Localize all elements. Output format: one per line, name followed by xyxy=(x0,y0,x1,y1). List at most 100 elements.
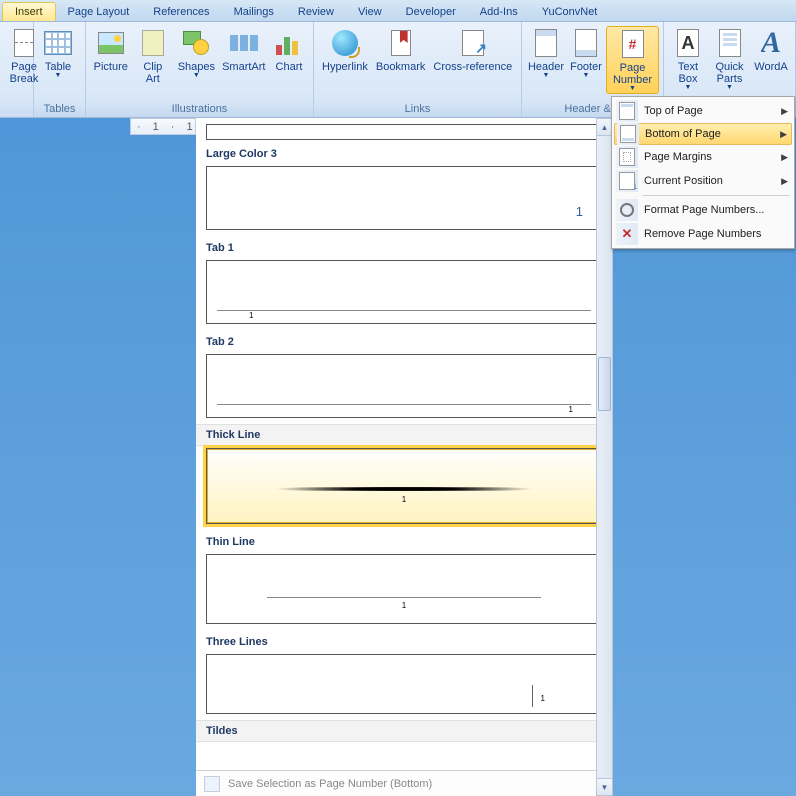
text-box-label: Text Box xyxy=(672,61,704,85)
page-number-button[interactable]: Page Number▼ xyxy=(606,26,659,94)
tab-developer[interactable]: Developer xyxy=(394,3,468,21)
tab-yuconvnet[interactable]: YuConvNet xyxy=(530,3,610,21)
table-icon xyxy=(44,31,72,55)
cross-reference-label: Cross-reference xyxy=(433,61,512,73)
quick-parts-button[interactable]: Quick Parts▼ xyxy=(708,26,751,92)
smartart-label: SmartArt xyxy=(222,61,265,73)
scroll-up-button[interactable]: ▲ xyxy=(597,119,612,136)
page-number-gallery: Large Color 3 1 Tab 1 1 Tab 2 1 Thick Li… xyxy=(196,118,612,796)
preview-page-number: 1 xyxy=(402,601,406,610)
preview-page-number: 1 xyxy=(402,495,406,504)
gallery-item-thin-line[interactable]: 1 xyxy=(206,554,602,624)
text-box-button[interactable]: Text Box▼ xyxy=(668,26,708,92)
ribbon-tabbar: Insert Page Layout References Mailings R… xyxy=(0,0,796,22)
doc-current-icon xyxy=(616,170,638,192)
table-button[interactable]: Table ▼ xyxy=(38,26,78,80)
scroll-thumb[interactable] xyxy=(598,357,611,411)
menu-page-margins[interactable]: Page Margins ▶ xyxy=(614,145,792,169)
wordart-label: WordA xyxy=(754,61,787,73)
picture-icon xyxy=(98,32,124,54)
horizontal-ruler[interactable]: · 1 · 1 xyxy=(130,118,196,135)
preview-page-number: 1 xyxy=(249,311,253,320)
submenu-arrow-icon: ▶ xyxy=(781,106,788,117)
gallery-footer: Save Selection as Page Number (Bottom) xyxy=(196,770,612,796)
ruler-mark: · xyxy=(137,121,141,133)
quick-parts-label: Quick Parts xyxy=(712,61,747,85)
chart-button[interactable]: Chart xyxy=(269,26,309,74)
dropdown-caret-icon: ▼ xyxy=(685,84,692,91)
hyperlink-icon xyxy=(332,30,358,56)
preview-page-number: 1 xyxy=(541,694,545,703)
tab-view[interactable]: View xyxy=(346,3,394,21)
dropdown-caret-icon: ▼ xyxy=(543,72,550,79)
gallery-item-tab-2[interactable]: 1 xyxy=(206,354,602,418)
cross-reference-icon xyxy=(462,30,484,56)
wordart-button[interactable]: AWordA xyxy=(751,26,791,74)
scroll-down-button[interactable]: ▼ xyxy=(597,778,612,795)
hyperlink-label: Hyperlink xyxy=(322,61,368,73)
header-icon xyxy=(535,29,557,57)
submenu-arrow-icon: ▶ xyxy=(780,129,787,140)
menu-label: Remove Page Numbers xyxy=(644,228,788,240)
menu-remove-page-numbers[interactable]: ✕ Remove Page Numbers xyxy=(614,222,792,246)
format-icon xyxy=(616,199,638,221)
gallery-heading-tab-1: Tab 1 xyxy=(196,236,612,258)
hyperlink-button[interactable]: Hyperlink xyxy=(318,26,372,74)
menu-label: Top of Page xyxy=(644,105,781,117)
shapes-button[interactable]: Shapes▼ xyxy=(174,26,218,80)
gallery-item-three-lines[interactable]: 1 xyxy=(206,654,602,714)
bookmark-button[interactable]: Bookmark xyxy=(372,26,430,74)
group-title-links: Links xyxy=(314,102,521,117)
menu-label: Format Page Numbers... xyxy=(644,204,788,216)
gallery-heading-large-color-3: Large Color 3 xyxy=(196,142,612,164)
page-break-icon xyxy=(14,29,34,57)
gallery-item-prev-top[interactable] xyxy=(206,124,602,140)
menu-current-position[interactable]: Current Position ▶ xyxy=(614,169,792,193)
tab-addins[interactable]: Add-Ins xyxy=(468,3,530,21)
menu-format-page-numbers[interactable]: Format Page Numbers... xyxy=(614,198,792,222)
menu-top-of-page[interactable]: Top of Page ▶ xyxy=(614,99,792,123)
tab-review[interactable]: Review xyxy=(286,3,346,21)
cross-reference-button[interactable]: Cross-reference xyxy=(429,26,516,74)
smartart-button[interactable]: SmartArt xyxy=(219,26,269,74)
gallery-heading-thick-line: Thick Line xyxy=(196,424,612,446)
dropdown-caret-icon: ▼ xyxy=(629,85,636,92)
tab-references[interactable]: References xyxy=(141,3,221,21)
group-title-tables: Tables xyxy=(34,102,85,117)
dropdown-caret-icon: ▼ xyxy=(726,84,733,91)
clip-art-button[interactable]: Clip Art xyxy=(131,26,174,86)
text-box-icon xyxy=(677,29,699,57)
page-number-label: Page Number xyxy=(611,62,654,86)
gallery-item-large-color-3[interactable]: 1 xyxy=(206,166,602,230)
menu-label: Bottom of Page xyxy=(645,128,780,140)
clip-art-icon xyxy=(142,30,164,56)
footer-button[interactable]: Footer▼ xyxy=(566,26,606,80)
dropdown-caret-icon: ▼ xyxy=(193,72,200,79)
save-selection-icon xyxy=(204,776,220,792)
quick-parts-icon xyxy=(719,29,741,57)
save-selection-label[interactable]: Save Selection as Page Number (Bottom) xyxy=(228,778,432,790)
menu-bottom-of-page[interactable]: Bottom of Page ▶ xyxy=(614,123,792,145)
gallery-item-thick-line[interactable]: 1 xyxy=(206,448,602,524)
doc-bottom-icon xyxy=(617,123,639,145)
gallery-heading-three-lines: Three Lines xyxy=(196,630,612,652)
picture-button[interactable]: Picture xyxy=(90,26,131,74)
page-number-menu: Top of Page ▶ Bottom of Page ▶ Page Marg… xyxy=(611,96,795,249)
tab-insert[interactable]: Insert xyxy=(2,2,56,21)
dropdown-caret-icon: ▼ xyxy=(583,72,590,79)
bookmark-icon xyxy=(391,30,411,56)
tab-mailings[interactable]: Mailings xyxy=(222,3,286,21)
gallery-item-tab-1[interactable]: 1 xyxy=(206,260,602,324)
group-title-illustrations: Illustrations xyxy=(86,102,313,117)
tab-page-layout[interactable]: Page Layout xyxy=(56,3,142,21)
doc-top-icon xyxy=(616,100,638,122)
remove-icon: ✕ xyxy=(616,223,638,245)
menu-label: Current Position xyxy=(644,175,781,187)
header-button[interactable]: Header▼ xyxy=(526,26,566,80)
gallery-heading-tildes: Tildes xyxy=(196,720,612,742)
smartart-icon xyxy=(230,32,258,54)
submenu-arrow-icon: ▶ xyxy=(781,176,788,187)
menu-separator xyxy=(642,195,790,196)
ruler-number: 1 xyxy=(153,121,159,133)
gallery-heading-thin-line: Thin Line xyxy=(196,530,612,552)
